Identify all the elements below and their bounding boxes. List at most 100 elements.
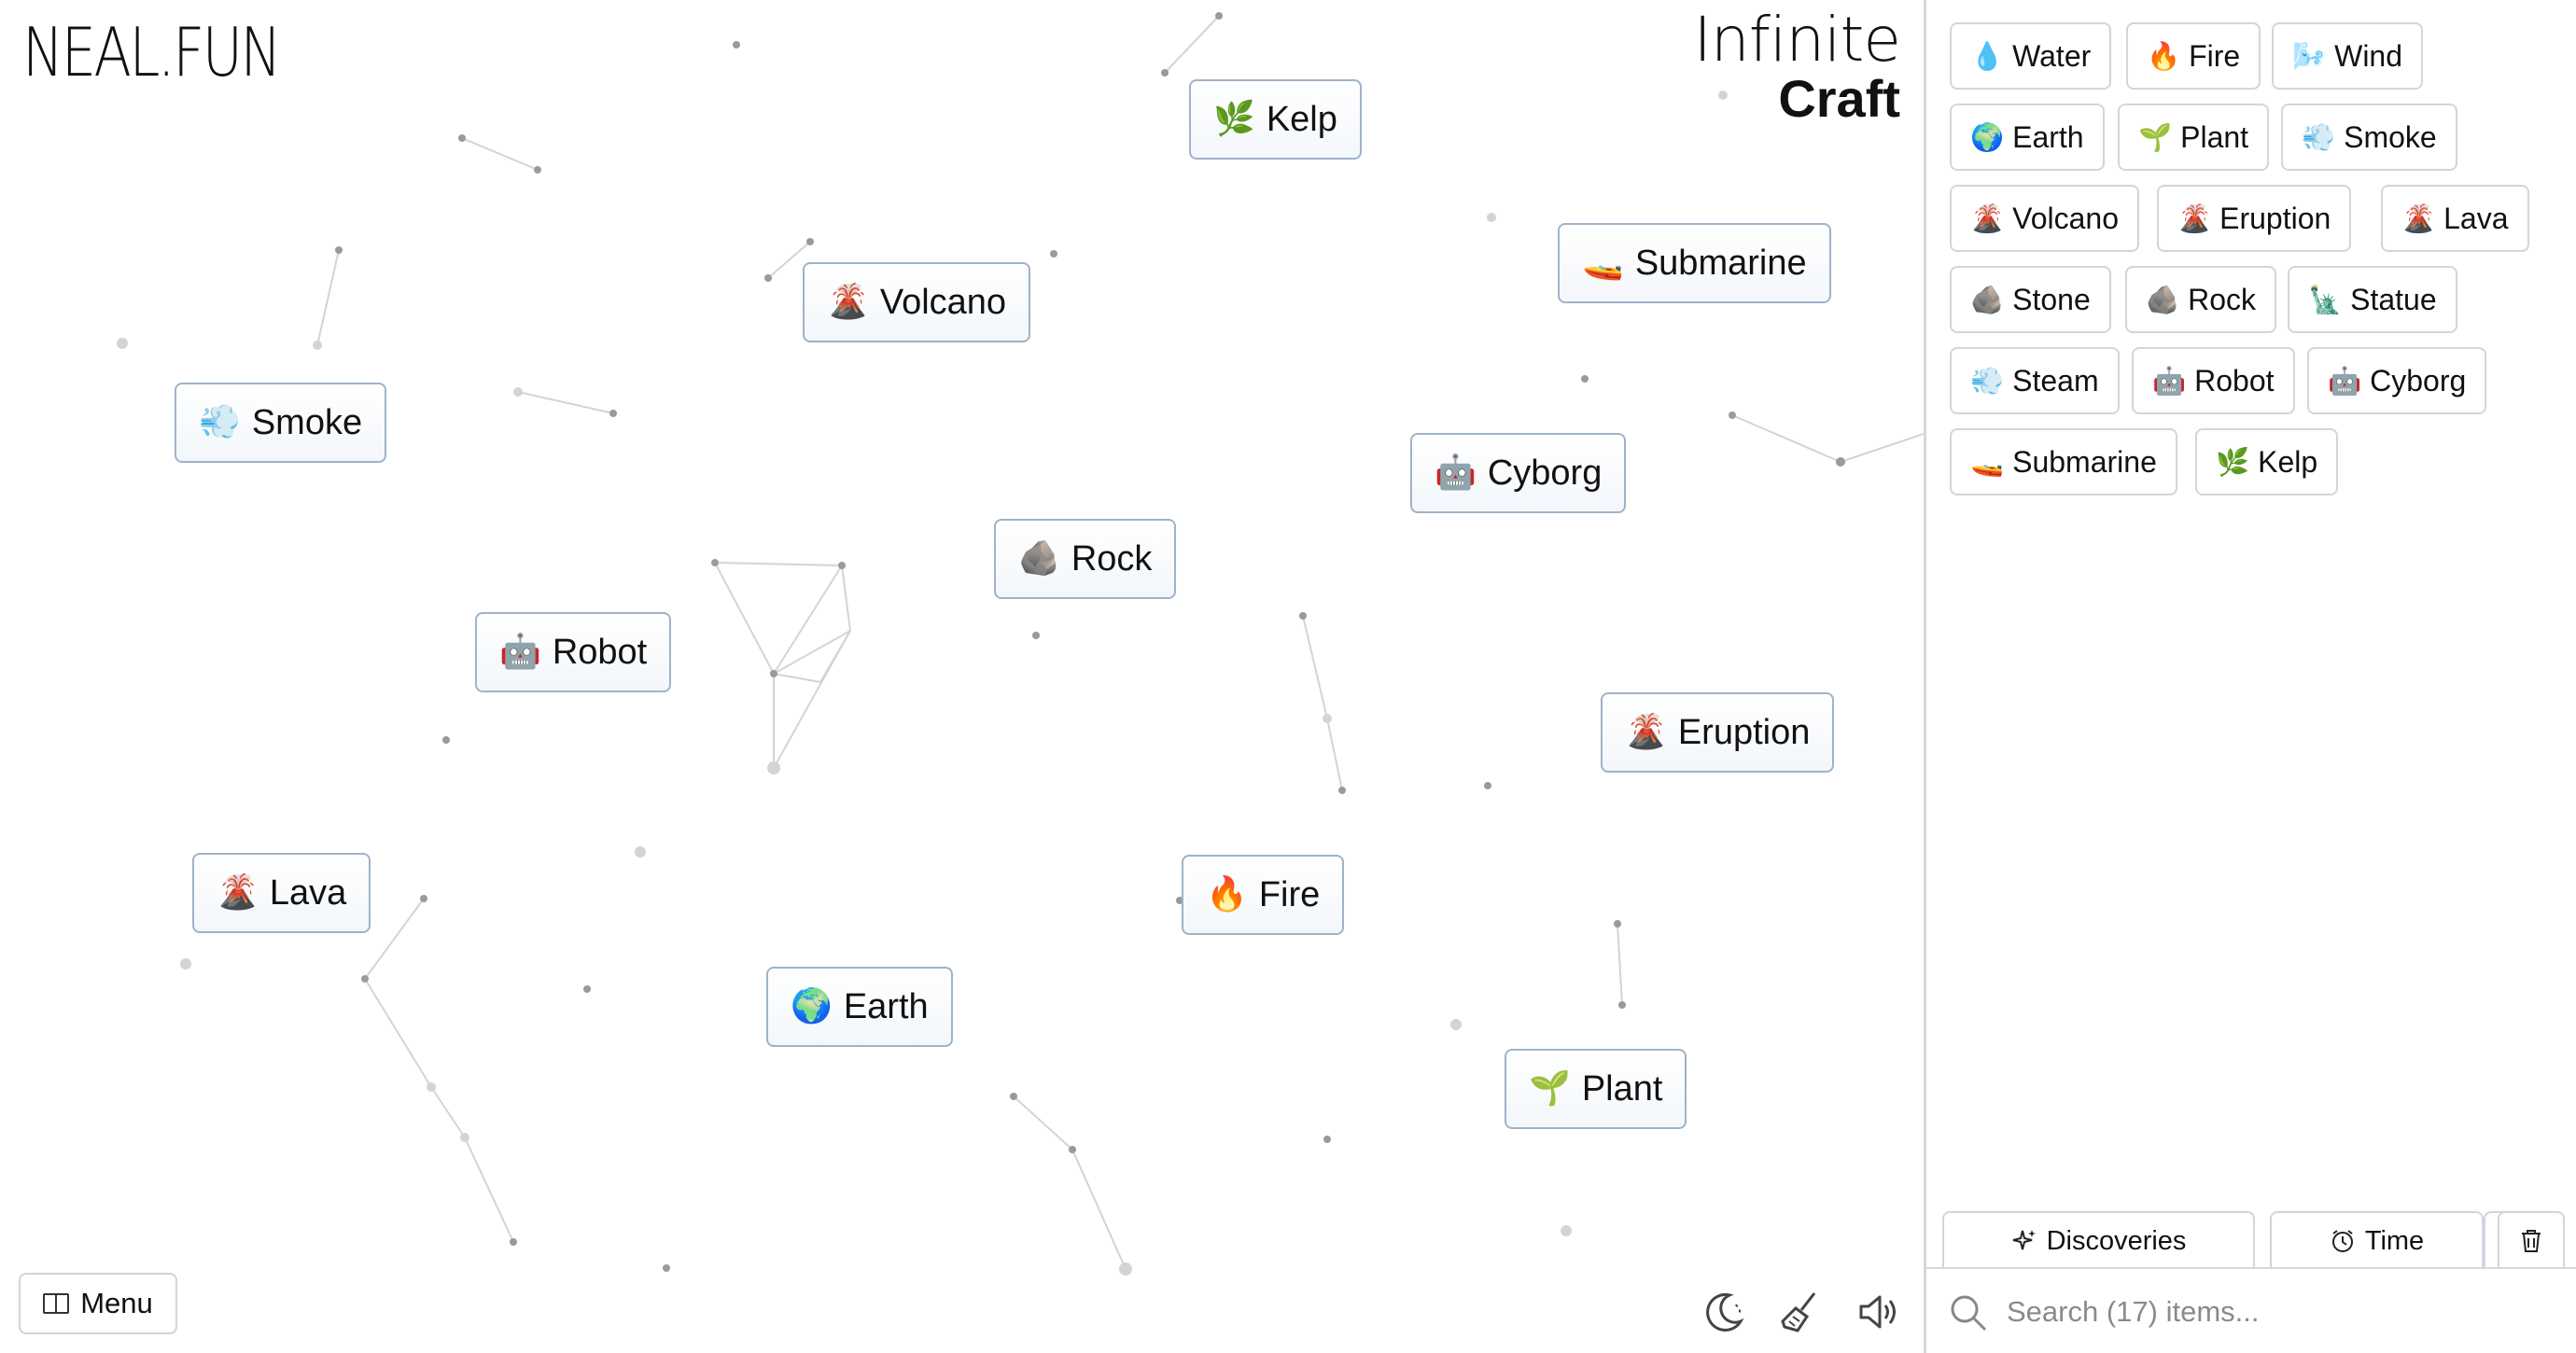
statue-icon: 🗽 bbox=[2308, 283, 2343, 315]
canvas-item-label: Fire bbox=[1258, 874, 1321, 914]
sidebar-item-label: Rock bbox=[2188, 282, 2257, 316]
smoke-icon: 💨 bbox=[2302, 120, 2336, 153]
sidebar-item-label: Earth bbox=[2012, 119, 2084, 154]
sidebar-item-steam[interactable]: 💨 Steam bbox=[1950, 347, 2120, 414]
sidebar-item-label: Water bbox=[2012, 38, 2092, 73]
sidebar-item-eruption[interactable]: 🌋 Eruption bbox=[2157, 185, 2352, 252]
canvas-item-label: Volcano bbox=[879, 282, 1007, 322]
canvas-item-label: Robot bbox=[552, 632, 648, 672]
canvas-item-submarine[interactable]: 🚤 Submarine bbox=[1558, 223, 1831, 303]
sparkles-icon bbox=[2012, 1230, 2036, 1250]
sidebar-item-lava[interactable]: 🌋 Lava bbox=[2381, 185, 2529, 252]
sidebar-item-water[interactable]: 💧 Water bbox=[1950, 22, 2112, 90]
sidebar-item-cyborg[interactable]: 🤖 Cyborg bbox=[2307, 347, 2487, 414]
sidebar-item-label: Wind bbox=[2334, 38, 2403, 73]
sidebar-item-submarine[interactable]: 🚤 Submarine bbox=[1950, 428, 2177, 495]
sound-speaker-icon[interactable] bbox=[1855, 1290, 1900, 1334]
seedling-icon: 🌱 bbox=[2138, 120, 2173, 153]
canvas-item-robot[interactable]: 🤖 Robot bbox=[475, 612, 672, 692]
canvas-item-label: Kelp bbox=[1266, 99, 1337, 139]
clear-broom-icon[interactable] bbox=[1779, 1290, 1824, 1334]
smoke-icon: 💨 bbox=[199, 403, 241, 441]
canvas-item-earth[interactable]: 🌍 Earth bbox=[766, 967, 953, 1047]
neal-fun-logo[interactable]: NEAL.FUN bbox=[22, 13, 282, 91]
sidebar-item-label: Kelp bbox=[2258, 444, 2318, 479]
sidebar-item-label: Submarine bbox=[2012, 444, 2157, 479]
sidebar-item-label: Robot bbox=[2194, 363, 2275, 398]
robot-icon: 🤖 bbox=[1435, 453, 1477, 492]
canvas-item-label: Smoke bbox=[251, 402, 363, 442]
sidebar-item-stone[interactable]: 🪨 Stone bbox=[1950, 266, 2111, 333]
search-bar bbox=[1926, 1269, 2576, 1353]
tab-time[interactable]: Time bbox=[2270, 1211, 2484, 1269]
menu-label: Menu bbox=[80, 1287, 153, 1319]
canvas-item-plant[interactable]: 🌱 Plant bbox=[1505, 1049, 1687, 1129]
sidebar-tabs: Discoveries Time bbox=[1926, 1211, 2576, 1269]
robot-icon: 🤖 bbox=[2328, 364, 2362, 397]
volcano-icon: 🌋 bbox=[217, 873, 259, 912]
sidebar: 💧 Water 🔥 Fire 🌬️ Wind 🌍 Earth 🌱 Plant 💨… bbox=[1924, 0, 2576, 1353]
volcano-icon: 🌋 bbox=[1970, 202, 2005, 234]
canvas-item-kelp[interactable]: 🌿 Kelp bbox=[1189, 79, 1362, 160]
sidebar-item-statue[interactable]: 🗽 Statue bbox=[2288, 266, 2457, 333]
sidebar-item-label: Cyborg bbox=[2370, 363, 2467, 398]
seedling-icon: 🌱 bbox=[1529, 1069, 1571, 1108]
dark-mode-moon-icon[interactable] bbox=[1701, 1290, 1746, 1334]
canvas-item-rock[interactable]: 🪨 Rock bbox=[994, 519, 1177, 599]
rock-icon: 🪨 bbox=[2146, 283, 2180, 315]
sidebar-item-earth[interactable]: 🌍 Earth bbox=[1950, 104, 2105, 171]
sidebar-item-smoke[interactable]: 💨 Smoke bbox=[2281, 104, 2457, 171]
kelp-icon: 🌿 bbox=[1213, 100, 1255, 138]
canvas-item-fire[interactable]: 🔥 Fire bbox=[1182, 855, 1345, 935]
robot-icon: 🤖 bbox=[499, 633, 541, 671]
smoke-icon: 💨 bbox=[1970, 364, 2005, 397]
search-input[interactable] bbox=[2005, 1286, 2550, 1338]
volcano-icon: 🌋 bbox=[1625, 713, 1667, 751]
trash-icon bbox=[2522, 1230, 2541, 1252]
sidebar-item-volcano[interactable]: 🌋 Volcano bbox=[1950, 185, 2139, 252]
sidebar-item-label: Volcano bbox=[2012, 201, 2119, 235]
wind-icon: 🌬️ bbox=[2292, 39, 2327, 72]
sidebar-item-robot[interactable]: 🤖 Robot bbox=[2132, 347, 2295, 414]
tab-time-label: Time bbox=[2364, 1225, 2425, 1256]
tab-discoveries[interactable]: Discoveries bbox=[1942, 1211, 2255, 1269]
canvas-item-label: Eruption bbox=[1677, 712, 1811, 752]
sidebar-item-fire[interactable]: 🔥 Fire bbox=[2126, 22, 2261, 90]
fire-icon: 🔥 bbox=[1206, 875, 1248, 914]
sidebar-item-plant[interactable]: 🌱 Plant bbox=[2118, 104, 2270, 171]
book-icon bbox=[43, 1293, 70, 1314]
submarine-icon: 🚤 bbox=[1970, 445, 2005, 478]
canvas-item-label: Lava bbox=[269, 872, 347, 913]
canvas-item-label: Earth bbox=[843, 986, 929, 1026]
sidebar-item-label: Steam bbox=[2012, 363, 2099, 398]
canvas-item-smoke[interactable]: 💨 Smoke bbox=[175, 383, 387, 463]
canvas-item-label: Cyborg bbox=[1487, 453, 1603, 493]
sidebar-item-wind[interactable]: 🌬️ Wind bbox=[2272, 22, 2424, 90]
sidebar-item-label: Stone bbox=[2012, 282, 2091, 316]
canvas-item-cyborg[interactable]: 🤖 Cyborg bbox=[1410, 433, 1627, 513]
canvas-item-label: Rock bbox=[1071, 538, 1153, 579]
globe-icon: 🌍 bbox=[791, 987, 833, 1025]
delete-button[interactable] bbox=[2498, 1211, 2565, 1269]
menu-button[interactable]: Menu bbox=[19, 1273, 177, 1334]
fire-icon: 🔥 bbox=[2147, 39, 2181, 72]
canvas-item-label: Plant bbox=[1581, 1068, 1663, 1109]
tab-discoveries-label: Discoveries bbox=[2046, 1225, 2187, 1256]
canvas-item-eruption[interactable]: 🌋 Eruption bbox=[1601, 692, 1835, 773]
sidebar-item-label: Lava bbox=[2443, 201, 2509, 235]
logo-line-craft: Craft bbox=[1778, 69, 1900, 128]
crafting-canvas[interactable]: NEAL.FUN Infinite Craft 🌿 Kelp 🌋 Volcano… bbox=[0, 0, 1924, 1353]
robot-icon: 🤖 bbox=[2152, 364, 2187, 397]
canvas-item-volcano[interactable]: 🌋 Volcano bbox=[803, 262, 1031, 342]
globe-icon: 🌍 bbox=[1970, 120, 2005, 153]
sidebar-item-rock[interactable]: 🪨 Rock bbox=[2125, 266, 2277, 333]
sidebar-item-label: Eruption bbox=[2219, 201, 2331, 235]
canvas-item-lava[interactable]: 🌋 Lava bbox=[192, 853, 371, 933]
rock-icon: 🪨 bbox=[1970, 283, 2005, 315]
volcano-icon: 🌋 bbox=[827, 283, 869, 321]
volcano-icon: 🌋 bbox=[2177, 202, 2212, 234]
logo-line-infinite: Infinite bbox=[1693, 4, 1901, 76]
sidebar-item-kelp[interactable]: 🌿 Kelp bbox=[2195, 428, 2339, 495]
sidebar-item-label: Smoke bbox=[2344, 119, 2437, 154]
rock-icon: 🪨 bbox=[1018, 539, 1060, 578]
